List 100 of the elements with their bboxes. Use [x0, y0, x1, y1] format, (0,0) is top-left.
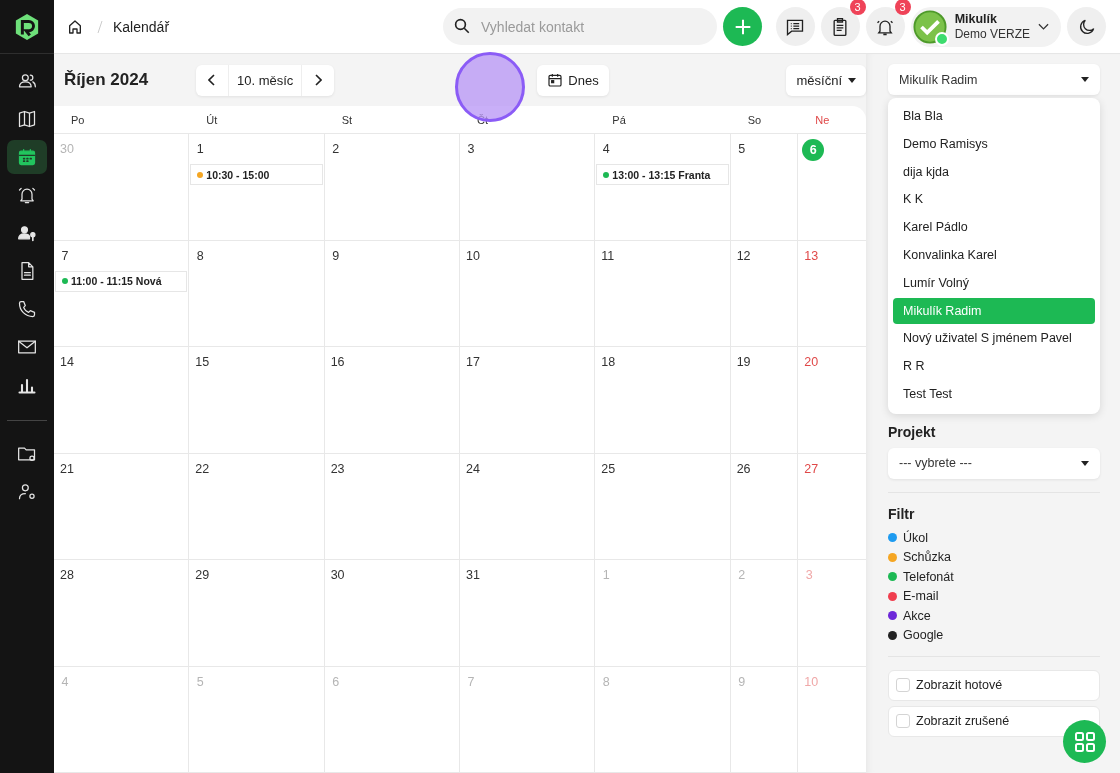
project-select[interactable]: --- vybrete --- [888, 447, 1100, 479]
day-number: 20 [804, 354, 819, 371]
day-number: 11 [601, 247, 615, 265]
day-number: 21 [60, 460, 74, 478]
day-number: 10 [804, 673, 819, 691]
day-number: 13 [804, 247, 819, 265]
user-option[interactable]: R R [893, 353, 1095, 380]
chevron-down-icon [1038, 22, 1049, 31]
day-number: 6 [331, 673, 341, 691]
day-number: 5 [195, 673, 205, 691]
checkbox[interactable] [896, 714, 910, 729]
day-number: 18 [601, 354, 616, 371]
avatar-check-icon [912, 9, 947, 44]
filter-label[interactable]: Akce [903, 608, 931, 623]
checkbox-option[interactable]: Zobrazit hotové [888, 669, 1100, 701]
weekday-header: Út [205, 113, 219, 126]
day-number: 24 [466, 460, 480, 478]
weekday-header: Po [70, 113, 86, 126]
notification-badge: 3 [849, 0, 866, 15]
day-number: 30 [330, 567, 345, 584]
checkbox[interactable] [896, 678, 910, 693]
filter-label[interactable]: Telefonát [903, 569, 954, 584]
user-option[interactable]: Nový uživatel S jménem Pavel [893, 325, 1095, 352]
dark-mode-button[interactable] [1067, 7, 1106, 46]
calendar-event[interactable]: 11:00 - 11:15 Nová [55, 270, 188, 292]
chevron-left-icon [208, 74, 216, 86]
day-number: 1 [195, 141, 205, 158]
project-label: Projekt [888, 423, 937, 440]
checkbox-label: Zobrazit hotové [916, 678, 1003, 693]
user-option[interactable]: Konvalinka Karel [893, 242, 1095, 268]
day-number: 7 [466, 673, 476, 691]
apps-grid-button[interactable] [1063, 720, 1106, 763]
day-number: 22 [195, 460, 210, 478]
day-number: 5 [737, 141, 747, 158]
user-option[interactable]: Karel Pádlo [893, 214, 1095, 241]
day-number: 4 [60, 673, 70, 691]
user-option[interactable]: Bla Bla [893, 103, 1095, 129]
month-title: Říjen 2024 [64, 70, 150, 90]
day-number: 31 [466, 567, 480, 584]
day-number: 8 [195, 247, 205, 265]
user-name: Mikulík [954, 11, 998, 27]
day-number: 14 [60, 354, 74, 371]
day-number: 2 [737, 567, 747, 584]
search-icon [453, 17, 472, 35]
logo-icon [14, 12, 40, 41]
day-number: 3 [804, 567, 814, 584]
user-option[interactable]: Lumír Volný [893, 269, 1095, 296]
chevron-right-icon [314, 74, 323, 86]
event-time: 11:00 - 11:15 Nová [71, 275, 162, 287]
user-menu[interactable]: Mikulík Demo VERZE [910, 6, 1061, 47]
day-number: 28 [60, 567, 74, 584]
view-dropdown[interactable]: měsíční [786, 64, 866, 96]
user-option[interactable]: dija kjda [893, 158, 1095, 185]
calendar-icon[interactable] [7, 140, 47, 174]
user-select[interactable]: Mikulík Radim [888, 64, 1100, 95]
messages-button[interactable] [775, 7, 815, 46]
day-number: 9 [737, 673, 747, 691]
filter-label[interactable]: Google [903, 628, 944, 642]
caret-icon [1081, 460, 1089, 466]
search-field[interactable]: Vyhledat kontakt [443, 8, 718, 45]
calendar-event[interactable]: 13:00 - 13:15 Franta [596, 164, 729, 185]
weekday-header: Pá [611, 113, 627, 126]
user-option[interactable]: Demo Ramisys [893, 130, 1095, 157]
checkbox-label: Zobrazit zrušené [916, 714, 1010, 729]
breadcrumb-item: Kalendář [113, 18, 170, 35]
event-time: 10:30 - 15:00 [206, 168, 270, 181]
notification-badge: 3 [894, 0, 911, 15]
day-number: 2 [331, 141, 341, 158]
weekday-header: Ne [814, 113, 831, 126]
checkbox-option[interactable]: Zobrazit zrušené [888, 705, 1100, 737]
add-button[interactable] [723, 7, 763, 46]
day-number: 12 [736, 247, 751, 265]
user-option[interactable]: K K [893, 186, 1095, 213]
weekday-header: St [340, 113, 354, 126]
day-number: 23 [330, 460, 345, 478]
day-number: 19 [736, 354, 751, 371]
calendar-icon [547, 72, 564, 88]
user-subtitle: Demo VERZE [954, 26, 1030, 42]
filter-title: Filtr [888, 505, 916, 522]
day-number: 7 [60, 247, 70, 265]
separator-icon [97, 19, 103, 34]
filter-label[interactable]: Schůzka [903, 550, 951, 564]
day-number: 17 [466, 354, 480, 371]
day-number: 15 [195, 354, 210, 371]
day-number: 9 [331, 247, 341, 265]
day-number: 8 [601, 673, 611, 691]
home-icon[interactable] [67, 18, 83, 35]
day-number: 3 [466, 141, 476, 158]
filter-label[interactable]: E-mail [903, 589, 939, 603]
grid-icon [1072, 729, 1097, 754]
caret-icon [848, 77, 856, 83]
weekday-header: So [746, 113, 763, 126]
event-time: 13:00 - 13:15 Franta [612, 168, 711, 181]
today-button[interactable]: Dnes [537, 64, 609, 96]
user-option[interactable]: Test Test [893, 380, 1095, 407]
day-number: 4 [601, 141, 611, 158]
day-number: 10 [466, 247, 480, 265]
filter-label[interactable]: Úkol [903, 530, 928, 545]
caret-icon [1081, 77, 1089, 82]
calendar-event[interactable]: 10:30 - 15:00 [190, 164, 323, 185]
